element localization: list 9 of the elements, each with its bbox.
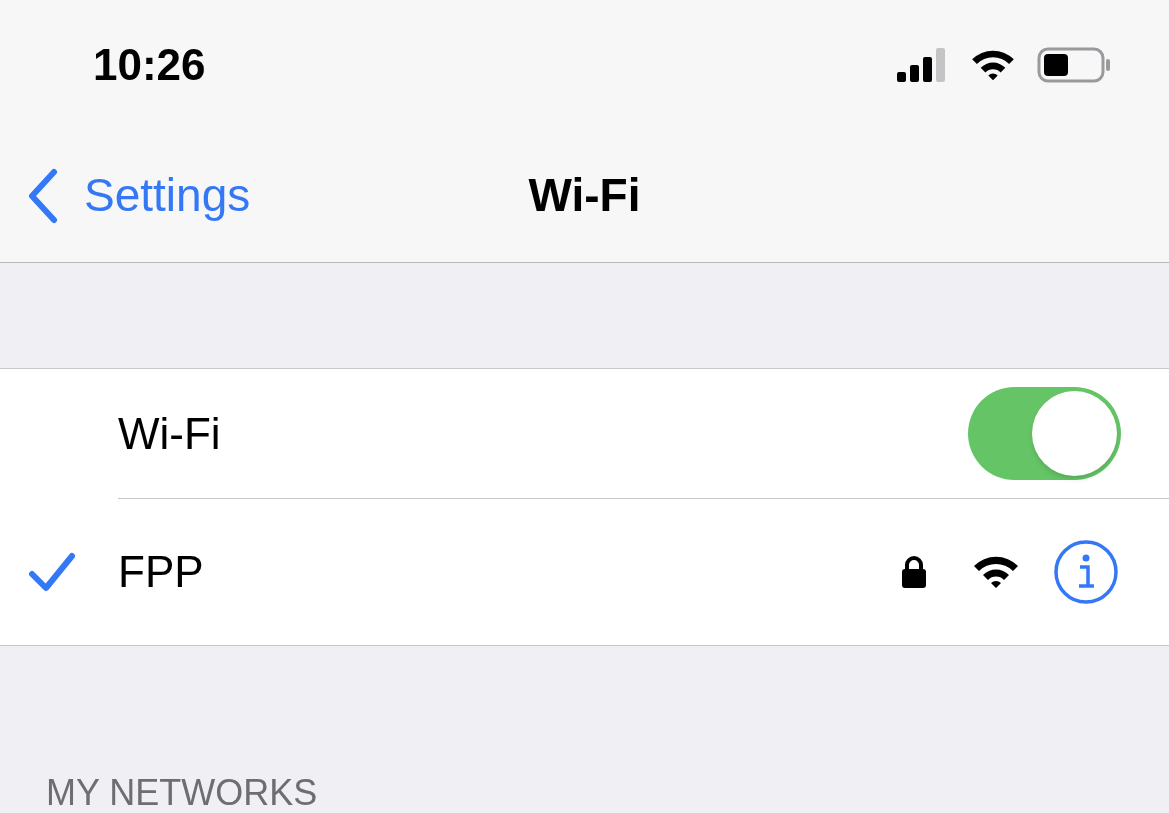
battery-icon xyxy=(1037,46,1111,83)
chevron-left-icon xyxy=(26,167,58,224)
info-icon[interactable] xyxy=(1053,539,1119,605)
back-button[interactable]: Settings xyxy=(26,161,251,230)
nav-title: Wi-Fi xyxy=(528,168,641,224)
section-header: MY NETWORKS xyxy=(46,772,318,813)
status-time: 10:26 xyxy=(93,38,206,91)
wifi-label: Wi-Fi xyxy=(118,407,221,460)
network-name[interactable]: FPP xyxy=(118,539,204,605)
